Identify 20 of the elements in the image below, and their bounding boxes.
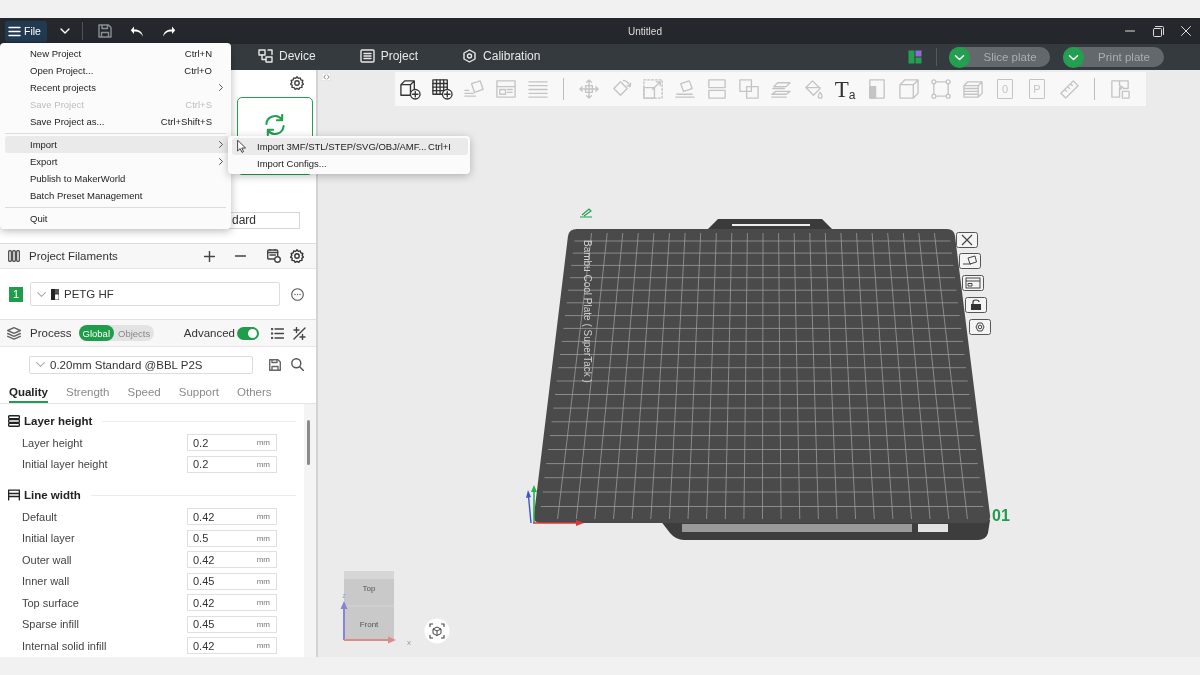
section-title: Process — [30, 327, 72, 339]
setting-label: Default — [22, 510, 58, 523]
setting-label: Initial layer height — [22, 458, 109, 471]
section-title: Layer height — [24, 415, 93, 427]
setting-label: Layer height — [22, 436, 84, 449]
setting-label: Inner wall — [22, 575, 71, 588]
setting-label: Initial layer — [22, 532, 76, 545]
plate-label: Bambu Cool Plate ( SuperTack ) — [582, 240, 593, 383]
setting-label: Outer wall — [22, 553, 73, 566]
axis-label: x — [407, 638, 411, 647]
setting-label: Top surface — [22, 596, 80, 609]
plate-number: 01 — [992, 507, 1010, 524]
cube-face-label: Front — [359, 620, 379, 629]
setting-label: Internal solid infill — [22, 639, 108, 652]
section-title: Line width — [24, 489, 81, 501]
window-title: Untitled — [628, 25, 662, 37]
setting-label: Sparse infill — [22, 618, 80, 631]
cube-face-label: Top — [362, 584, 376, 593]
section-title: Project Filaments — [29, 250, 118, 262]
advanced-label: Advanced — [183, 327, 235, 339]
